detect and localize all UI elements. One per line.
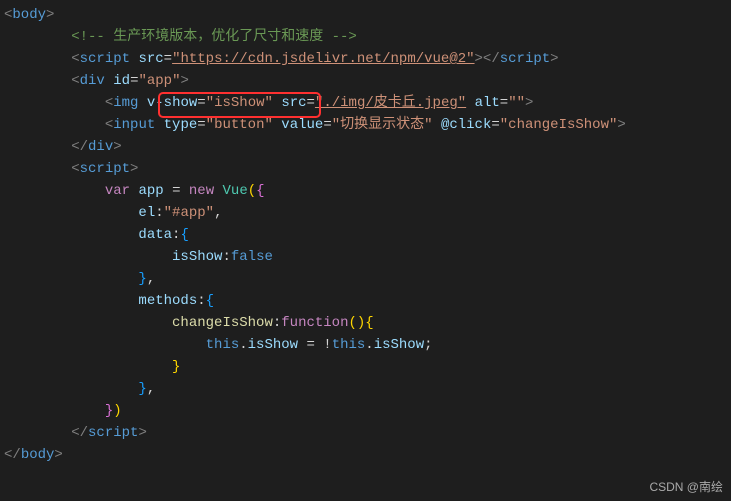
code-line: }, bbox=[0, 268, 731, 290]
op: = ! bbox=[298, 337, 332, 353]
code-line: <script src="https://cdn.jsdelivr.net/np… bbox=[0, 48, 731, 70]
tag: body bbox=[21, 447, 55, 463]
keyword: new bbox=[189, 183, 214, 199]
attr-val: "button" bbox=[206, 117, 273, 133]
code-line: var app = new Vue({ bbox=[0, 180, 731, 202]
attr-val: "" bbox=[508, 95, 525, 111]
attr: alt bbox=[475, 95, 500, 111]
keyword: var bbox=[105, 183, 130, 199]
code-line: el:"#app", bbox=[0, 202, 731, 224]
class: Vue bbox=[223, 183, 248, 199]
code-line: <body> bbox=[0, 4, 731, 26]
this: this bbox=[332, 337, 366, 353]
attr: v-show bbox=[147, 95, 197, 111]
attr: @click bbox=[441, 117, 491, 133]
code-line: }) bbox=[0, 400, 731, 422]
attr: id bbox=[113, 73, 130, 89]
watermark: CSDN @南绘 bbox=[649, 478, 723, 495]
tag: script bbox=[88, 425, 138, 441]
code-line: this.isShow = !this.isShow; bbox=[0, 334, 731, 356]
tag: script bbox=[80, 161, 130, 177]
tag: script bbox=[500, 51, 550, 67]
attr-val: "app" bbox=[138, 73, 180, 89]
code-line: }, bbox=[0, 378, 731, 400]
prop: isShow bbox=[248, 337, 298, 353]
this: this bbox=[206, 337, 240, 353]
prop: isShow bbox=[172, 249, 222, 265]
tag: body bbox=[12, 7, 46, 23]
code-line: <div id="app"> bbox=[0, 70, 731, 92]
attr: type bbox=[164, 117, 198, 133]
tag: div bbox=[88, 139, 113, 155]
attr-val: "https://cdn.jsdelivr.net/npm/vue@2" bbox=[172, 51, 474, 67]
code-line: </script> bbox=[0, 422, 731, 444]
func: changeIsShow bbox=[172, 315, 273, 331]
semi: ; bbox=[424, 337, 432, 353]
code-line: changeIsShow:function(){ bbox=[0, 312, 731, 334]
code-editor: <body> <!-- 生产环境版本，优化了尺寸和速度 --> <script … bbox=[0, 0, 731, 470]
code-line: data:{ bbox=[0, 224, 731, 246]
comment: <!-- 生产环境版本，优化了尺寸和速度 --> bbox=[71, 29, 357, 45]
code-line: <!-- 生产环境版本，优化了尺寸和速度 --> bbox=[0, 26, 731, 48]
attr: src bbox=[281, 95, 306, 111]
tag: script bbox=[80, 51, 130, 67]
code-line: </div> bbox=[0, 136, 731, 158]
tag: img bbox=[113, 95, 138, 111]
op: = bbox=[164, 183, 189, 199]
attr-val: "切换显示状态" bbox=[332, 117, 433, 133]
code-line: isShow:false bbox=[0, 246, 731, 268]
code-line: <input type="button" value="切换显示状态" @cli… bbox=[0, 114, 731, 136]
string: "#app" bbox=[164, 205, 214, 221]
prop: data bbox=[138, 227, 172, 243]
tag: input bbox=[113, 117, 155, 133]
attr: src bbox=[138, 51, 163, 67]
tag: div bbox=[80, 73, 105, 89]
prop: isShow bbox=[374, 337, 424, 353]
keyword: function bbox=[281, 315, 348, 331]
attr-val: "isShow" bbox=[206, 95, 273, 111]
prop: methods bbox=[138, 293, 197, 309]
code-line: <script> bbox=[0, 158, 731, 180]
code-line: } bbox=[0, 356, 731, 378]
bool: false bbox=[231, 249, 273, 265]
attr: value bbox=[281, 117, 323, 133]
attr-val: "./img/皮卡丘.jpeg" bbox=[315, 95, 466, 111]
attr-val: "changeIsShow" bbox=[500, 117, 618, 133]
code-line: methods:{ bbox=[0, 290, 731, 312]
prop: el bbox=[138, 205, 155, 221]
var: app bbox=[138, 183, 163, 199]
code-line-highlighted: <img v-show="isShow" src="./img/皮卡丘.jpeg… bbox=[0, 92, 731, 114]
code-line: </body> bbox=[0, 444, 731, 466]
